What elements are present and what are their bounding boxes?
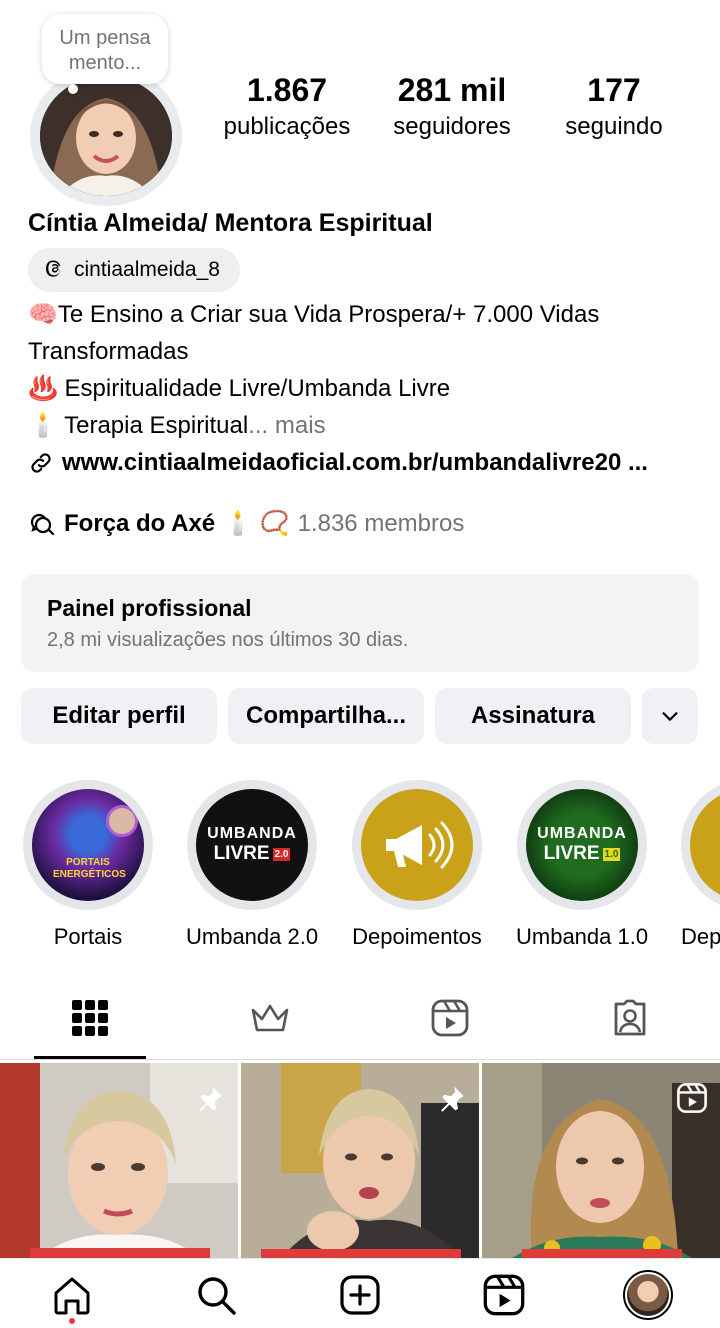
highlight-umbanda-1-cover: UMBANDA LIVRE 1.0: [526, 789, 638, 901]
professional-dashboard-subtitle: 2,8 mi visualizações nos últimos 30 dias…: [47, 629, 409, 651]
highlight-art-line1: UMBANDA: [207, 825, 297, 842]
discover-people-button[interactable]: [642, 688, 698, 744]
tab-reels[interactable]: [394, 996, 506, 1040]
highlight-art-line2: LIVRE: [213, 843, 270, 864]
highlight-ring: PORTAIS ENERGÉTICOS: [23, 780, 153, 910]
chevron-down-icon: [662, 712, 678, 721]
profile-link[interactable]: www.cintiaalmeidaoficial.com.br/umbandal…: [28, 444, 648, 481]
crown-icon: [251, 1004, 289, 1032]
share-profile-button[interactable]: Compartilha...: [228, 688, 424, 744]
highlight-label: Umbanda 2.0: [186, 924, 319, 949]
edit-profile-button[interactable]: Editar perfil: [21, 688, 217, 744]
profile-name: Cíntia Almeida/ Mentora Espiritual: [28, 209, 433, 237]
highlight-umbanda-2-cover: UMBANDA LIVRE 2.0: [196, 789, 308, 901]
grid-icon: [72, 1000, 108, 1036]
nav-reels[interactable]: [479, 1270, 529, 1320]
professional-dashboard-title: Painel profissional: [47, 595, 252, 621]
bio-line-1: 🧠Te Ensino a Criar sua Vida Prospera/+ 7…: [28, 301, 600, 365]
highlight-label: Depoi: [681, 924, 720, 949]
nav-search[interactable]: [191, 1270, 241, 1320]
highlight-ring: UMBANDA LIVRE 2.0: [187, 780, 317, 910]
profile-avatar[interactable]: [40, 76, 172, 196]
stat-posts[interactable]: 1.867 publicações: [207, 70, 367, 144]
highlight-portais-art-text: PORTAIS ENERGÉTICOS: [53, 857, 126, 880]
stat-followers[interactable]: 281 mil seguidores: [372, 70, 532, 144]
nav-create[interactable]: [335, 1270, 385, 1320]
stat-following[interactable]: 177 seguindo: [534, 70, 694, 144]
profile-avatar: [623, 1270, 673, 1320]
pin-icon: [192, 1082, 226, 1116]
search-icon: [198, 1277, 236, 1315]
community-link[interactable]: Força do Axé 🕯️ 📿 1.836 membros: [28, 506, 464, 542]
megaphone-icon: [386, 821, 454, 869]
threads-badge[interactable]: cintiaalmeida_8: [28, 248, 240, 292]
community-emojis: 🕯️ 📿: [223, 510, 290, 537]
highlight-umbanda-2[interactable]: UMBANDA LIVRE 2.0 Umbanda 2.0: [186, 780, 318, 952]
highlight-depoimentos[interactable]: Depoimentos: [351, 780, 483, 952]
stat-posts-value: 1.867: [246, 72, 328, 108]
tab-tagged[interactable]: [574, 996, 686, 1040]
highlight-art-badge: 2.0: [272, 847, 291, 861]
profile-link-text: www.cintiaalmeidaoficial.com.br/umbandal…: [62, 449, 648, 476]
reel-indicator-icon: [676, 1082, 710, 1116]
highlight-art-badge: 1.0: [602, 847, 621, 861]
note-bubble[interactable]: Um pensa mento...: [42, 14, 168, 84]
nav-home[interactable]: [47, 1270, 97, 1320]
professional-dashboard[interactable]: Painel profissional 2,8 mi visualizações…: [21, 574, 699, 672]
bio-line-3-text: 🕯️ Terapia Espiritual: [28, 412, 249, 439]
highlight-portais-avatar: [106, 805, 138, 837]
stat-followers-label: seguidores: [393, 113, 511, 140]
highlight-portais[interactable]: PORTAIS ENERGÉTICOS Portais: [22, 780, 154, 952]
highlight-ring: UMBANDA LIVRE 1.0: [517, 780, 647, 910]
reels-icon: [483, 1274, 525, 1316]
bio-more-link[interactable]: ... mais: [248, 412, 325, 439]
threads-icon: [46, 260, 61, 277]
tabs-divider: [0, 1059, 720, 1060]
highlight-umbanda-1[interactable]: UMBANDA LIVRE 1.0 Umbanda 1.0: [516, 780, 648, 952]
stat-following-value: 177: [587, 72, 641, 108]
subscription-button[interactable]: Assinatura: [435, 688, 631, 744]
highlight-depoimentos-2-cover: [690, 789, 720, 901]
highlight-ring: [352, 780, 482, 910]
reels-icon: [431, 999, 469, 1037]
threads-handle: cintiaalmeida_8: [74, 258, 220, 281]
note-bubble-tail: [68, 84, 78, 94]
avatar-photo: [40, 76, 172, 196]
community-chat-icon: [30, 513, 55, 536]
home-notification-dot: [69, 1318, 75, 1324]
tagged-icon: [614, 999, 646, 1036]
note-text: Um pensa mento...: [59, 27, 151, 74]
bio-line-3: 🕯️ Terapia Espiritual... mais: [28, 407, 698, 444]
bio: 🧠Te Ensino a Criar sua Vida Prospera/+ 7…: [28, 296, 698, 444]
nav-profile[interactable]: [623, 1270, 673, 1320]
community-name: Força do Axé: [64, 510, 216, 537]
stat-following-label: seguindo: [565, 113, 663, 140]
stat-followers-value: 281 mil: [397, 72, 507, 108]
highlight-art-line1: UMBANDA: [537, 825, 627, 842]
link-icon: [31, 452, 51, 473]
pin-icon: [434, 1082, 468, 1116]
highlight-label: Depoimentos: [352, 924, 482, 949]
highlight-depoimentos-cover: [361, 789, 473, 901]
highlight-label: Umbanda 1.0: [516, 924, 649, 949]
highlight-label: Portais: [53, 924, 123, 949]
tab-posts-grid[interactable]: [34, 996, 146, 1040]
home-icon: [54, 1277, 90, 1315]
create-icon: [340, 1275, 380, 1315]
highlight-portais-cover: PORTAIS ENERGÉTICOS: [32, 789, 144, 901]
stat-posts-label: publicações: [223, 113, 351, 140]
highlight-ring: [681, 780, 720, 910]
bio-line-2: ♨️ Espiritualidade Livre/Umbanda Livre: [28, 375, 451, 402]
highlight-art-line2: LIVRE: [543, 843, 600, 864]
highlight-depoimentos-2[interactable]: Depoi: [681, 780, 720, 952]
community-members: 1.836 membros: [297, 510, 465, 537]
tab-subscriber-content[interactable]: [214, 996, 326, 1040]
